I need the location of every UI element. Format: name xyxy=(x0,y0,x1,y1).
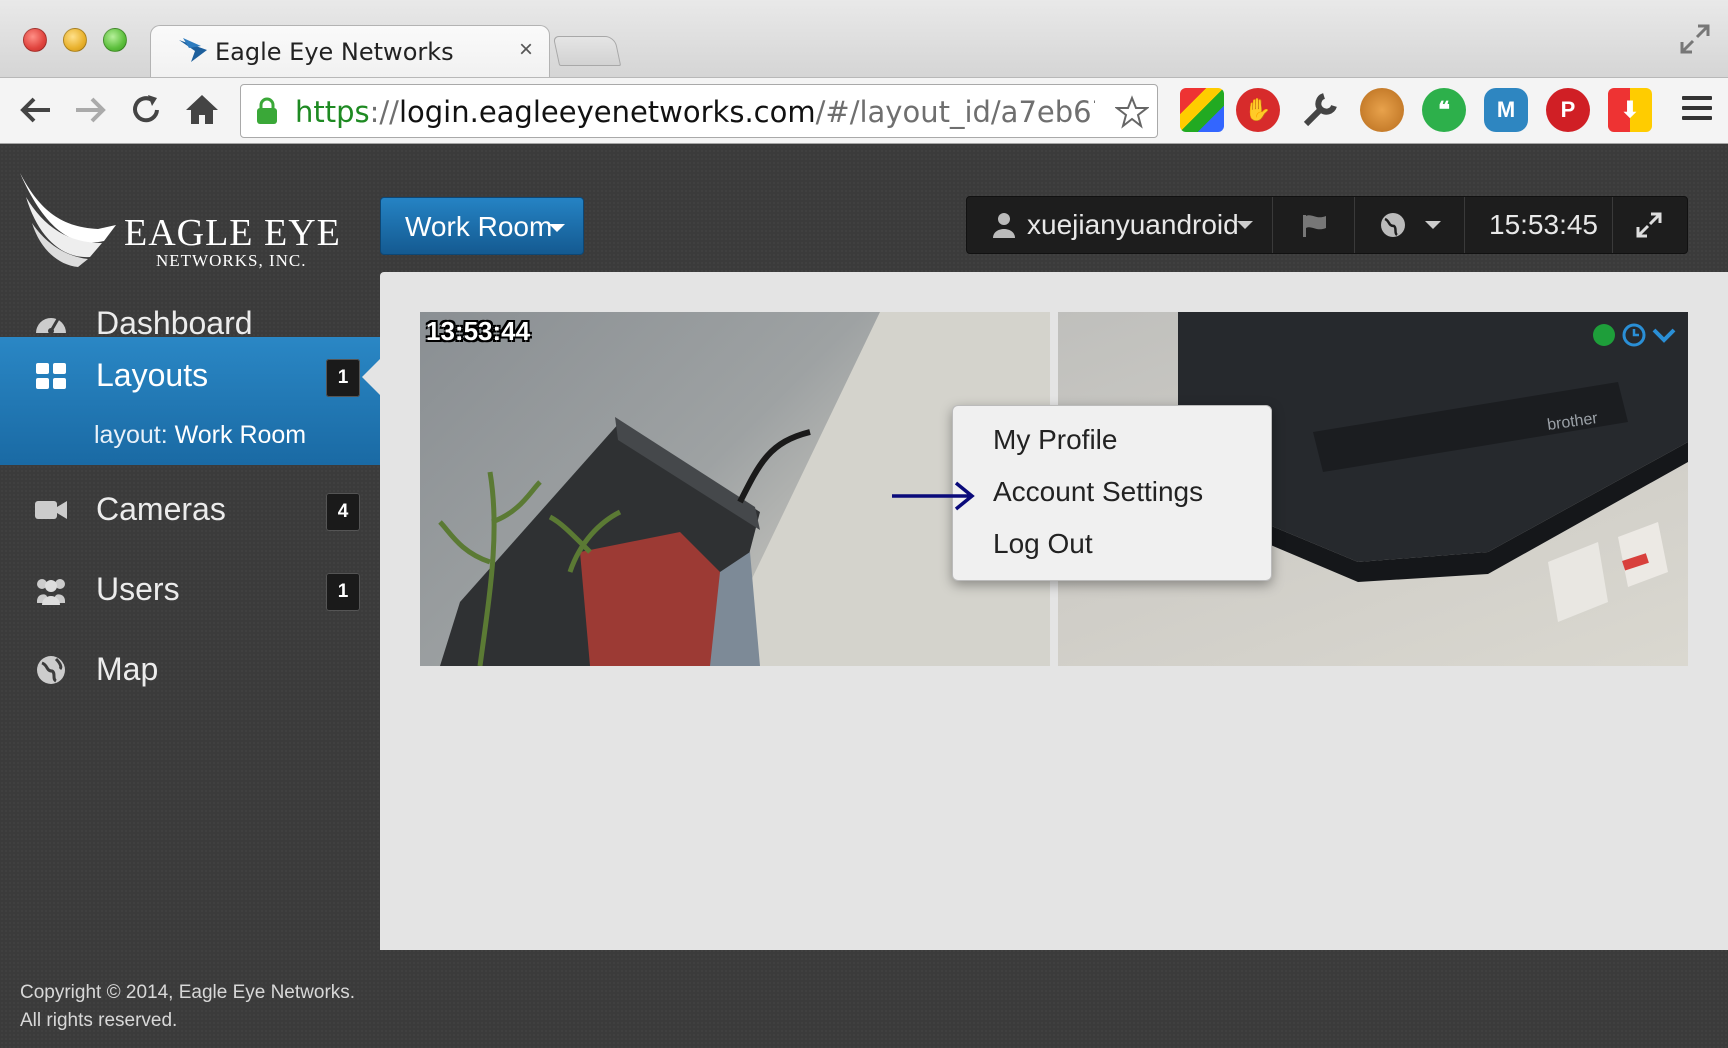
copyright-text: Copyright © 2014, Eagle Eye Networks. Al… xyxy=(20,982,356,1031)
m-extension-icon[interactable]: M xyxy=(1484,88,1528,132)
grid-icon xyxy=(36,363,66,389)
reload-icon[interactable] xyxy=(126,90,166,130)
chevron-down-icon xyxy=(549,224,565,232)
globe-icon xyxy=(37,656,65,684)
flag-icon xyxy=(1303,215,1326,237)
eagle-favicon-icon xyxy=(179,38,207,62)
users-icon xyxy=(37,579,65,605)
online-status-icon xyxy=(1593,324,1615,346)
eagle-logo-icon xyxy=(20,173,116,267)
wrench-key-icon[interactable] xyxy=(1298,88,1342,132)
user-dropdown-menu: My Profile Account Settings Log Out xyxy=(952,405,1272,581)
browser-tab[interactable]: Eagle Eye Networks × xyxy=(150,25,550,77)
expand-icon xyxy=(1636,212,1662,238)
language-globe-button[interactable] xyxy=(1355,197,1465,253)
chevron-down-icon xyxy=(1652,328,1676,343)
users-count-badge: 1 xyxy=(326,573,360,611)
globe-icon xyxy=(1381,213,1405,237)
layout-select-button[interactable]: Work Room xyxy=(380,197,584,255)
sidebar-item-cameras[interactable]: Cameras 4 xyxy=(0,471,380,549)
sidebar-item-users[interactable]: Users 1 xyxy=(0,551,380,629)
layout-content-area: 13:53:44 brother xyxy=(380,272,1728,950)
menu-item-log-out[interactable]: Log Out xyxy=(993,528,1093,560)
eagle-eye-app: EAGLE EYE NETWORKS, INC. Dashboard Layou… xyxy=(0,145,1728,1048)
logo-subtitle: NETWORKS, INC. xyxy=(156,251,307,270)
bookmark-star-icon[interactable] xyxy=(1115,95,1149,129)
sidebar-item-label: Map xyxy=(96,651,159,687)
adblock-hand-icon[interactable]: ✋ xyxy=(1236,88,1280,132)
hangouts-icon[interactable]: ❝ xyxy=(1422,88,1466,132)
pinterest-icon[interactable]: P xyxy=(1546,88,1590,132)
zoom-window-button[interactable] xyxy=(103,28,127,52)
new-tab-button[interactable] xyxy=(552,36,622,66)
browser-menu-icon[interactable] xyxy=(1682,96,1712,124)
user-icon xyxy=(993,213,1015,238)
alerts-flag-button[interactable] xyxy=(1273,197,1355,253)
camera-icon xyxy=(35,501,67,519)
phone-extension-icon[interactable] xyxy=(1180,88,1224,132)
camera-timestamp: 13:53:44 xyxy=(426,316,531,346)
logo-wordmark: EAGLE EYE xyxy=(124,212,341,254)
close-window-button[interactable] xyxy=(23,28,47,52)
eagle-eye-logo[interactable]: EAGLE EYE NETWORKS, INC. xyxy=(18,167,348,270)
cameras-count-badge: 4 xyxy=(326,493,360,531)
expand-fullscreen-button[interactable] xyxy=(1613,197,1687,253)
sidebar-item-label: Layouts xyxy=(96,357,209,393)
tab-close-icon[interactable]: × xyxy=(519,36,533,64)
top-status-bar: xuejianyuandroid 15:53:45 xyxy=(966,196,1688,254)
dashboard-icon xyxy=(36,318,66,334)
address-bar[interactable]: https://login.eagleeyenetworks.com/#/lay… xyxy=(240,84,1158,138)
sidebar-item-layouts[interactable]: Layouts 1 layout: Work Room xyxy=(0,337,380,465)
home-icon[interactable] xyxy=(182,90,222,130)
lock-icon xyxy=(257,97,277,124)
menu-item-account-settings[interactable]: Account Settings xyxy=(993,476,1203,508)
minimize-window-button[interactable] xyxy=(63,28,87,52)
browser-fullscreen-icon[interactable] xyxy=(1678,22,1712,56)
cookie-extension-icon[interactable] xyxy=(1360,88,1404,132)
layouts-count-badge: 1 xyxy=(326,359,360,397)
clock-display: 15:53:45 xyxy=(1465,197,1613,253)
browser-titlebar: Eagle Eye Networks × xyxy=(0,0,1728,77)
annotation-arrow-icon xyxy=(892,481,975,511)
url-text: https://login.eagleeyenetworks.com/#/lay… xyxy=(295,95,1095,129)
user-menu-button[interactable]: xuejianyuandroid xyxy=(967,197,1273,253)
chevron-down-icon xyxy=(1425,221,1441,229)
chevron-down-icon xyxy=(1237,221,1253,229)
download-extension-icon[interactable]: ⬇ xyxy=(1608,88,1652,132)
forward-arrow-icon[interactable] xyxy=(70,90,110,130)
menu-item-my-profile[interactable]: My Profile xyxy=(993,424,1117,456)
camera-status-icons[interactable] xyxy=(1592,322,1678,348)
sidebar-item-label: Users xyxy=(96,571,180,607)
username-label: xuejianyuandroid xyxy=(1027,209,1239,240)
browser-toolbar: https://login.eagleeyenetworks.com/#/lay… xyxy=(0,77,1728,144)
sidebar-item-label: Cameras xyxy=(96,491,226,527)
current-layout-link[interactable]: layout: Work Room xyxy=(94,421,306,450)
tab-title: Eagle Eye Networks xyxy=(215,38,454,66)
sidebar-item-map[interactable]: Map xyxy=(0,631,380,709)
back-arrow-icon[interactable] xyxy=(16,90,56,130)
